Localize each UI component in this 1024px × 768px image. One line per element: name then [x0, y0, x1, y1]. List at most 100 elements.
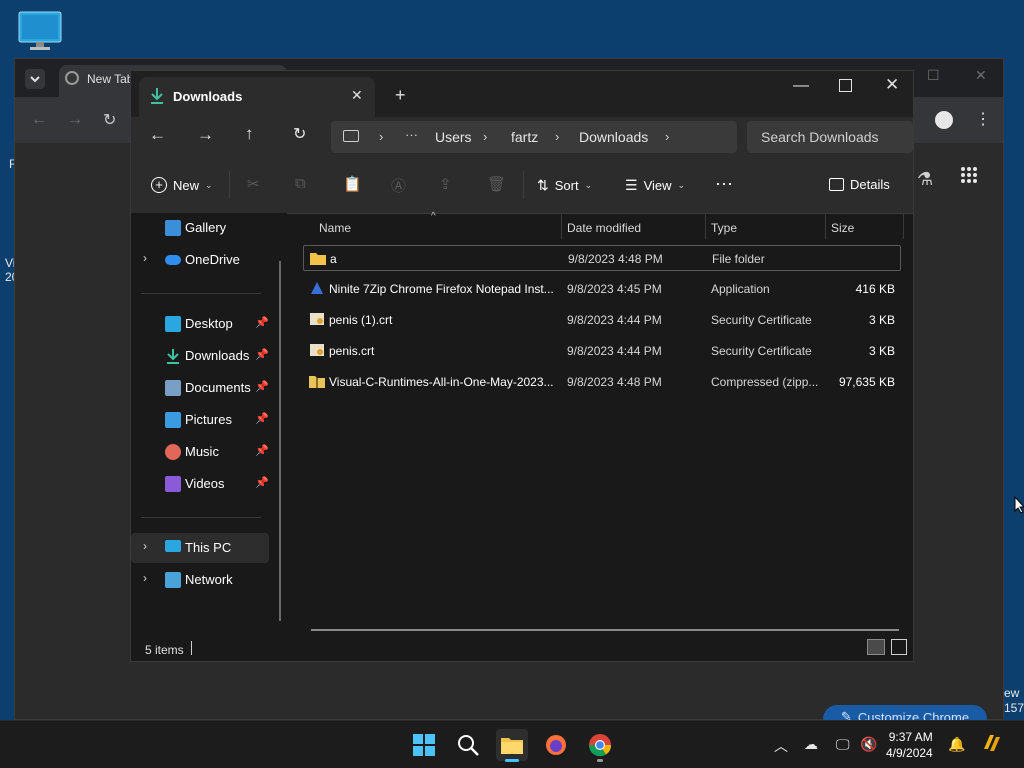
view-button[interactable]: ☰ View ⌄	[625, 177, 685, 194]
file-explorer-taskbar-button[interactable]	[496, 729, 528, 762]
apps-grid-icon[interactable]	[959, 165, 979, 185]
column-header-size[interactable]: Size	[831, 221, 854, 235]
nav-item-videos[interactable]: Videos 📌	[131, 469, 281, 499]
breadcrumb-users[interactable]: Users	[435, 129, 472, 145]
column-separator[interactable]	[705, 213, 706, 239]
download-arrow-icon	[151, 88, 163, 104]
breadcrumb-chevron-icon: ›	[483, 129, 488, 144]
refresh-icon[interactable]: ↻	[293, 124, 306, 144]
status-bar: 5 items	[131, 637, 913, 661]
column-header-name[interactable]: Name	[319, 221, 351, 235]
videos-icon	[165, 476, 181, 492]
details-pane-button[interactable]: Details	[829, 177, 890, 192]
details-view-icon[interactable]	[867, 639, 885, 655]
view-list-icon: ☰	[625, 177, 638, 193]
maximize-icon[interactable]	[839, 79, 852, 92]
explorer-tab-title: Downloads	[173, 89, 243, 104]
minimize-icon[interactable]: —	[793, 77, 809, 95]
firefox-taskbar-button[interactable]	[540, 729, 572, 761]
notifications-bell-icon[interactable]: 🔔	[948, 736, 965, 753]
rename-icon[interactable]: Ⓐ	[391, 175, 406, 196]
delete-icon[interactable]: 🗑	[487, 175, 506, 193]
more-options-icon[interactable]: ···	[715, 173, 733, 194]
network-status-icon[interactable]: 🖵	[836, 736, 850, 753]
status-separator	[191, 641, 192, 655]
nav-item-documents[interactable]: Documents 📌	[131, 373, 281, 403]
nav-item-music[interactable]: Music 📌	[131, 437, 281, 467]
start-button[interactable]	[408, 729, 440, 761]
new-button[interactable]: + New ⌄	[151, 177, 213, 193]
breadcrumb-chevron-icon[interactable]: ›	[665, 129, 669, 144]
breadcrumb[interactable]: › ··· Users › fartz › Downloads ›	[331, 121, 737, 153]
table-row[interactable]: Visual-C-Runtimes-All-in-One-May-2023...…	[303, 369, 901, 395]
pin-icon[interactable]: 📌	[255, 412, 269, 425]
nav-item-network[interactable]: › Network	[131, 565, 281, 595]
file-name: Visual-C-Runtimes-All-in-One-May-2023...	[329, 375, 554, 389]
nav-item-gallery[interactable]: Gallery	[131, 213, 281, 243]
nav-scrollbar[interactable]	[279, 261, 281, 621]
close-tab-icon[interactable]: ✕	[351, 87, 363, 104]
onedrive-offline-icon[interactable]: ☁	[804, 736, 818, 753]
search-button[interactable]	[452, 729, 484, 761]
up-arrow-icon[interactable]: ↑	[245, 124, 254, 144]
breadcrumb-downloads[interactable]: Downloads	[579, 129, 648, 145]
nav-item-pictures[interactable]: Pictures 📌	[131, 405, 281, 435]
chevron-right-icon[interactable]: ›	[143, 251, 147, 265]
chevron-right-icon[interactable]: ›	[143, 539, 147, 553]
copilot-icon[interactable]	[980, 731, 1004, 755]
file-name: Ninite 7Zip Chrome Firefox Notepad Inst.…	[329, 282, 554, 296]
tab-search-button[interactable]	[25, 69, 45, 89]
chrome-maximize-icon[interactable]: ☐	[927, 67, 940, 84]
profile-avatar-icon[interactable]	[935, 111, 953, 129]
nav-item-downloads[interactable]: Downloads 📌	[131, 341, 281, 371]
close-window-icon[interactable]: ✕	[885, 75, 899, 95]
tiles-view-icon[interactable]	[891, 639, 907, 655]
chrome-taskbar-button[interactable]	[584, 729, 616, 762]
copy-icon[interactable]: ⧉	[295, 175, 306, 192]
nav-item-desktop[interactable]: Desktop 📌	[131, 309, 281, 339]
nav-label: Videos	[185, 476, 225, 491]
cut-icon[interactable]: ✂	[247, 175, 260, 193]
breadcrumb-fartz[interactable]: fartz	[511, 129, 538, 145]
pin-icon[interactable]: 📌	[255, 348, 269, 361]
pin-icon[interactable]: 📌	[255, 316, 269, 329]
horizontal-scrollbar[interactable]	[311, 629, 899, 631]
chrome-close-icon[interactable]: ✕	[975, 67, 987, 84]
forward-arrow-icon[interactable]: →	[67, 111, 83, 129]
nav-item-onedrive[interactable]: › OneDrive	[131, 245, 281, 275]
column-separator[interactable]	[825, 213, 826, 239]
search-input[interactable]: Search Downloads	[747, 121, 913, 153]
new-tab-plus-icon[interactable]: +	[395, 85, 406, 106]
documents-icon	[165, 380, 181, 396]
labs-flask-icon[interactable]: ⚗	[917, 169, 933, 190]
more-menu-icon[interactable]: ⋮	[975, 109, 991, 129]
clock-time: 9:37 AM	[888, 730, 933, 744]
more-ellipsis-icon[interactable]: ···	[405, 127, 418, 142]
forward-arrow-icon[interactable]: →	[197, 125, 214, 145]
table-row[interactable]: Ninite 7Zip Chrome Firefox Notepad Inst.…	[303, 276, 901, 302]
column-separator[interactable]	[561, 213, 562, 239]
explorer-tab-downloads[interactable]: Downloads ✕	[139, 77, 375, 117]
paste-icon[interactable]: 📋	[343, 175, 362, 193]
share-icon[interactable]: ⇪	[439, 175, 452, 193]
table-row[interactable]: penis.crt 9/8/2023 4:44 PM Security Cert…	[303, 338, 901, 364]
column-header-type[interactable]: Type	[711, 221, 737, 235]
pin-icon[interactable]: 📌	[255, 476, 269, 489]
this-pc-desktop-icon[interactable]	[18, 10, 62, 52]
sort-button[interactable]: ⇅ Sort ⌄	[537, 177, 592, 194]
column-header-date[interactable]: Date modified	[567, 221, 641, 235]
table-row[interactable]: penis (1).crt 9/8/2023 4:44 PM Security …	[303, 307, 901, 333]
pin-icon[interactable]: 📌	[255, 444, 269, 457]
back-arrow-icon[interactable]: ←	[31, 111, 47, 129]
clock[interactable]: 9:37 AM 4/9/2024	[886, 729, 933, 761]
show-hidden-icons-icon[interactable]: ︿	[774, 736, 788, 756]
reload-icon[interactable]: ↻	[103, 110, 116, 130]
column-separator[interactable]	[903, 213, 904, 239]
file-date: 9/8/2023 4:45 PM	[567, 282, 662, 296]
volume-muted-icon[interactable]: 🔇	[860, 736, 877, 753]
table-row[interactable]: a 9/8/2023 4:48 PM File folder	[303, 245, 901, 271]
back-arrow-icon[interactable]: ←	[149, 125, 166, 145]
chevron-right-icon[interactable]: ›	[143, 571, 147, 585]
pin-icon[interactable]: 📌	[255, 380, 269, 393]
nav-item-this-pc[interactable]: › This PC	[131, 533, 269, 563]
